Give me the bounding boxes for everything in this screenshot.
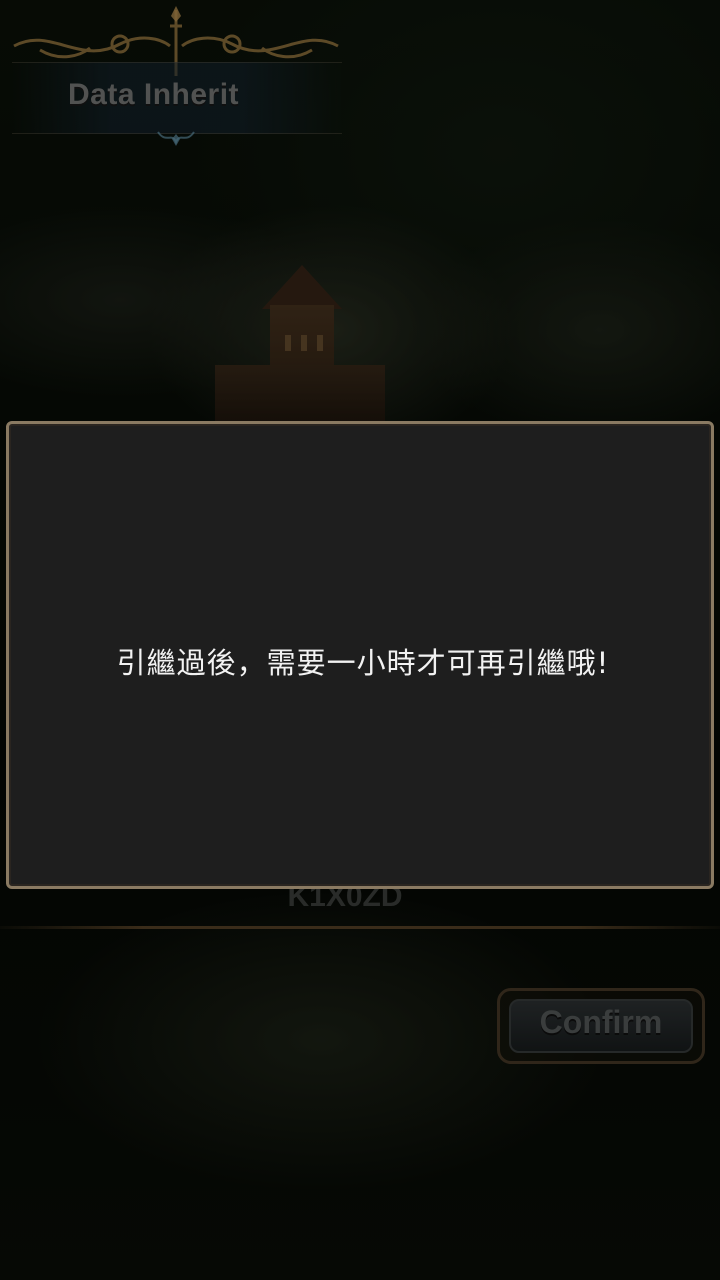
message-dialog[interactable]: 引繼過後，需要一小時才可再引繼哦!	[6, 421, 714, 889]
dialog-message: 引繼過後，需要一小時才可再引繼哦!	[116, 646, 610, 680]
